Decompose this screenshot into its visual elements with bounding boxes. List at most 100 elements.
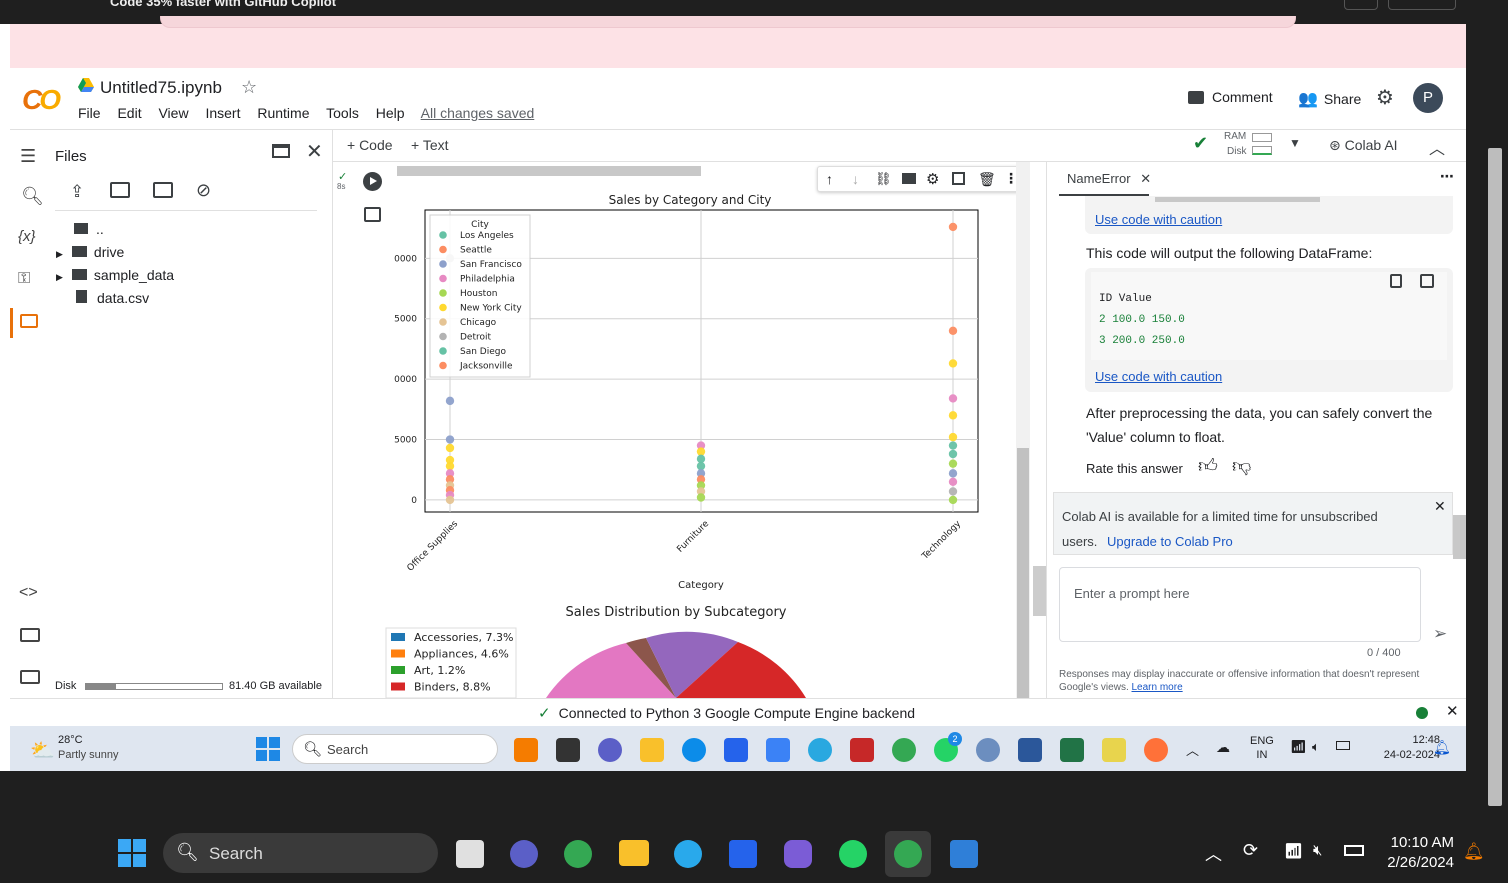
add-code-button[interactable]: + Code	[347, 137, 393, 153]
help-icon[interactable]	[808, 738, 832, 762]
volume-icon[interactable]: 🔈︎	[1312, 739, 1320, 755]
tree-item-drive[interactable]: ▶ drive	[56, 244, 124, 260]
battery-icon[interactable]	[1344, 845, 1364, 856]
terminal-icon[interactable]	[20, 670, 40, 684]
menu-insert[interactable]: Insert	[205, 105, 240, 121]
search-icon[interactable]: 🔍︎	[21, 186, 44, 207]
upgrade-link[interactable]: Upgrade to Colab Pro	[1107, 534, 1233, 549]
notification-bell-icon[interactable]: 🔔︎	[1433, 739, 1451, 756]
chrome-profile-icon[interactable]	[894, 840, 922, 868]
mute-icon[interactable]: 🔇︎	[1313, 842, 1322, 859]
tab-name-error[interactable]: NameError ✕	[1067, 171, 1151, 187]
file-explorer-icon[interactable]	[619, 840, 649, 866]
code-scrollbar[interactable]	[1155, 197, 1320, 202]
photos-icon[interactable]	[950, 840, 978, 868]
close-notice-icon[interactable]: ✕	[1434, 498, 1446, 515]
thumbs-down-icon[interactable]: 👎︎	[1232, 455, 1251, 478]
whatsapp-icon[interactable]	[839, 840, 867, 868]
mcafee-icon[interactable]	[850, 738, 874, 762]
disk-bar[interactable]	[1252, 146, 1272, 155]
telegram-icon[interactable]	[674, 840, 702, 868]
close-tab-icon[interactable]: ✕	[1140, 171, 1151, 186]
notebook-scrollbar[interactable]	[1016, 162, 1030, 698]
comment-button[interactable]: Comment	[1188, 89, 1273, 105]
whatsapp-icon[interactable]: 2	[934, 732, 962, 762]
battery-icon[interactable]	[1336, 741, 1350, 750]
star-icon[interactable]: ☆	[241, 77, 257, 98]
chrome-icon[interactable]	[892, 738, 916, 762]
window-button-group[interactable]	[1388, 0, 1456, 10]
task-view-icon[interactable]	[456, 840, 484, 868]
file-explorer-icon[interactable]	[640, 738, 664, 762]
insert-code-icon[interactable]	[1420, 274, 1434, 288]
outer-scrollbar-thumb[interactable]	[1488, 148, 1502, 806]
prompt-input[interactable]: Enter a prompt here	[1059, 567, 1421, 642]
send-icon[interactable]: ➢	[1433, 624, 1447, 644]
firefox-icon[interactable]	[1144, 738, 1168, 762]
notepad-icon[interactable]	[1102, 738, 1126, 762]
menu-file[interactable]: File	[78, 105, 101, 121]
menu-help[interactable]: Help	[376, 105, 405, 121]
open-in-tab-icon[interactable]	[272, 144, 290, 158]
sync-icon[interactable]: ⟳	[1243, 840, 1258, 861]
menu-view[interactable]: View	[158, 105, 188, 121]
menu-runtime[interactable]: Runtime	[257, 105, 309, 121]
r-app-icon[interactable]	[976, 738, 1000, 762]
settings-icon[interactable]: ⚙	[1376, 85, 1394, 110]
notification-bell-icon[interactable]: 🔔︎	[1463, 842, 1485, 862]
share-button[interactable]: 👥 Share	[1298, 89, 1361, 109]
window-button[interactable]	[1344, 0, 1378, 10]
onedrive-icon[interactable]: ☁	[1216, 739, 1230, 756]
mount-drive-icon[interactable]	[153, 182, 173, 198]
add-text-button[interactable]: + Text	[411, 137, 449, 153]
notebook-scrollbar-thumb[interactable]	[1017, 448, 1029, 698]
use-code-link-1[interactable]: Use code with caution	[1095, 212, 1222, 227]
copy-icon[interactable]	[1390, 274, 1402, 288]
wifi-icon[interactable]: 📶︎	[1290, 739, 1307, 755]
maths-app-icon[interactable]	[729, 840, 757, 868]
upload-icon[interactable]: ⇪	[70, 182, 84, 202]
menu-edit[interactable]: Edit	[117, 105, 141, 121]
outer-search[interactable]: 🔍︎ Search	[163, 833, 438, 873]
tree-item-data-csv[interactable]: data.csv	[76, 290, 149, 306]
copilot-icon[interactable]	[784, 840, 812, 868]
code-snippets-icon[interactable]: <>	[19, 584, 38, 602]
colab-ai-button[interactable]: ⊛ Colab AI	[1329, 137, 1398, 154]
windows-start-icon[interactable]	[256, 737, 280, 761]
close-status-icon[interactable]: ✕	[1446, 702, 1459, 720]
resources-dropdown-icon[interactable]: ▼	[1289, 136, 1301, 150]
tree-item-up[interactable]: ..	[74, 221, 104, 237]
use-code-link-2[interactable]: Use code with caution	[1095, 369, 1222, 384]
outer-start-icon[interactable]	[118, 839, 147, 868]
avatar[interactable]: P	[1413, 83, 1443, 113]
taskbar-search[interactable]: 🔍︎ Search	[292, 734, 498, 764]
ai-panel-scrollbar[interactable]	[1453, 515, 1466, 559]
saved-status[interactable]: All changes saved	[421, 105, 535, 121]
panel-resize-handle[interactable]	[1033, 566, 1046, 616]
excel-icon[interactable]	[1060, 738, 1084, 762]
teams-icon[interactable]	[510, 840, 538, 868]
notebook-title[interactable]: Untitled75.ipynb	[100, 78, 222, 98]
learn-more-link[interactable]: Learn more	[1132, 682, 1183, 693]
folder-icon[interactable]	[20, 314, 38, 328]
refresh-folder-icon[interactable]	[110, 182, 130, 198]
panel-more-icon[interactable]: ⋯	[1440, 168, 1454, 185]
colab-logo[interactable]: CO	[22, 84, 61, 116]
edge-icon[interactable]	[682, 738, 706, 762]
tray-chevron-icon[interactable]: ︿	[1186, 740, 1199, 759]
tray-chevron-icon[interactable]: ︿	[1205, 840, 1222, 865]
toc-icon[interactable]: ☰	[20, 146, 36, 167]
secrets-key-icon[interactable]: ⚿	[18, 270, 30, 288]
thumbs-up-icon[interactable]: 👍︎	[1198, 455, 1218, 478]
hide-files-icon[interactable]: ⊘	[196, 180, 211, 201]
close-icon[interactable]: ✕	[306, 139, 323, 164]
language-indicator[interactable]: ENG IN	[1250, 734, 1274, 762]
task-view-icon[interactable]	[556, 738, 580, 762]
inner-clock-date[interactable]: 24-02-2024	[1366, 749, 1440, 761]
wifi-icon[interactable]: 📶︎	[1284, 842, 1303, 860]
hp-icon[interactable]	[766, 738, 790, 762]
collapse-header-icon[interactable]: ︿	[1429, 135, 1445, 159]
command-palette-icon[interactable]	[20, 628, 40, 642]
clock-time[interactable]: 10:10 AM	[1372, 834, 1454, 851]
word-icon[interactable]	[1018, 738, 1042, 762]
